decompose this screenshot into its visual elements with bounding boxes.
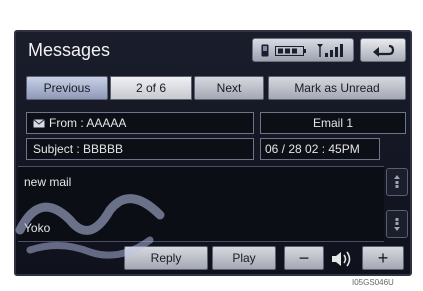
page-title: Messages — [28, 40, 111, 60]
back-button[interactable] — [360, 38, 406, 62]
mailbox-label: Email 1 — [260, 112, 406, 134]
signal-icon — [317, 44, 343, 57]
scroll-up-button[interactable] — [386, 168, 408, 196]
envelope-icon — [33, 118, 45, 127]
speaker-icon — [332, 251, 351, 267]
play-button[interactable]: Play — [212, 246, 276, 270]
status-indicator — [252, 38, 354, 62]
page-indicator: 2 of 6 — [110, 76, 192, 100]
from-field: From : AAAAA — [26, 112, 254, 134]
image-code: I05GS046U — [352, 278, 394, 287]
scroll-down-icon — [394, 218, 400, 231]
subject-field: Subject : BBBBB — [26, 138, 254, 160]
from-text: From : AAAAA — [49, 116, 127, 130]
scroll-down-button[interactable] — [386, 210, 408, 238]
watermark-logo — [15, 194, 165, 259]
volume-down-button[interactable]: − — [284, 246, 324, 270]
scroll-up-icon — [394, 175, 400, 188]
next-button[interactable]: Next — [194, 76, 264, 100]
datetime-field: 06 / 28 02 : 45PM — [260, 138, 380, 160]
message-navigation: Previous 2 of 6 Next Mark as Unread — [26, 76, 406, 100]
mark-as-unread-button[interactable]: Mark as Unread — [268, 76, 406, 100]
back-arrow-icon — [373, 44, 395, 57]
previous-button[interactable]: Previous — [26, 76, 108, 100]
header: Messages — [16, 32, 410, 70]
phone-icon — [261, 44, 269, 57]
volume-up-button[interactable]: + — [362, 246, 404, 270]
battery-icon — [275, 46, 306, 56]
